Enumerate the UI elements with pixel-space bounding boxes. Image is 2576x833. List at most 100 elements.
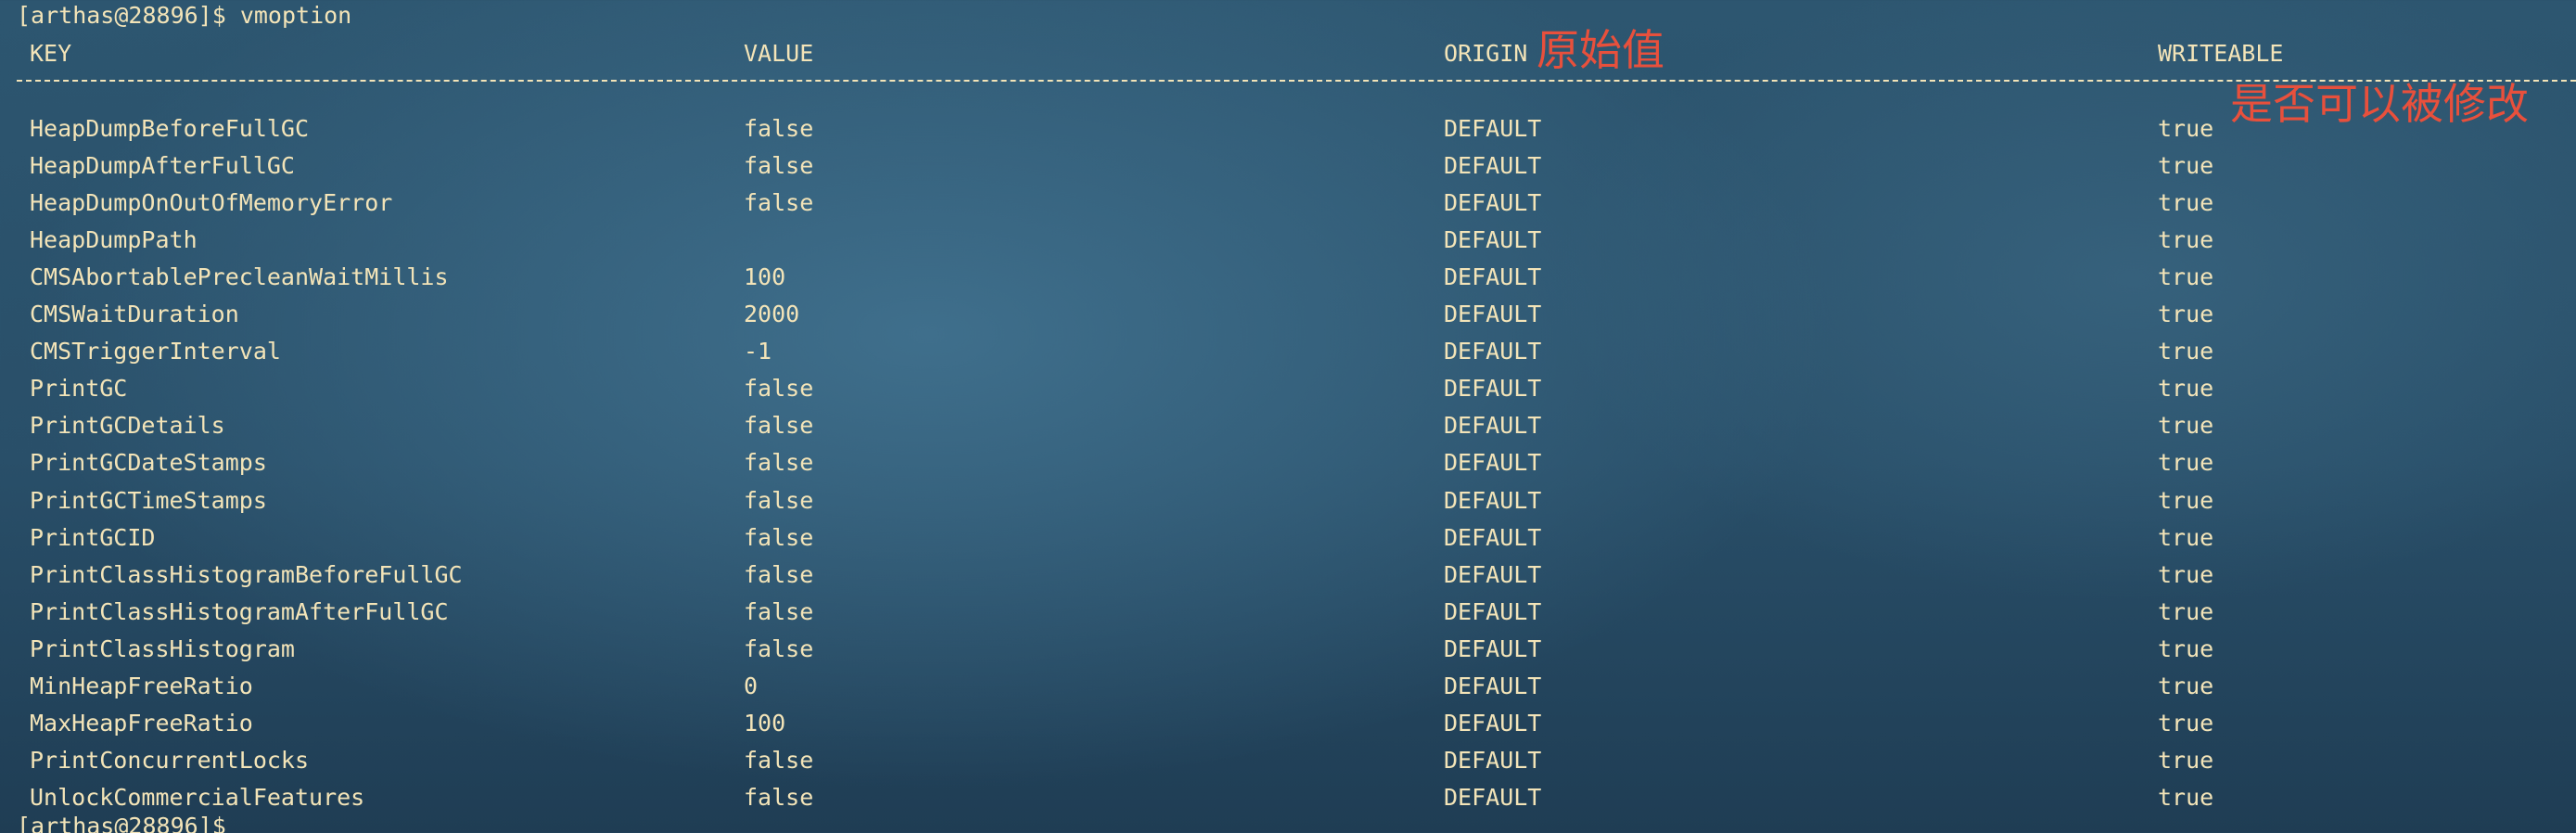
table-row: HeapDumpAfterFullGC false DEFAULT true: [0, 152, 2576, 180]
option-origin: DEFAULT: [1444, 783, 1542, 811]
option-value: false: [744, 560, 814, 588]
option-key: PrintClassHistogram: [30, 634, 295, 662]
option-value: false: [744, 634, 814, 662]
table-row: CMSAbortablePrecleanWaitMillis 100 DEFAULT…: [0, 263, 2576, 291]
option-value: false: [744, 783, 814, 811]
table-row: MinHeapFreeRatio 0 DEFAULT true: [0, 673, 2576, 700]
option-value: false: [744, 375, 814, 403]
option-origin: DEFAULT: [1444, 263, 1542, 291]
command-prompt: [arthas@28896]$ vmoption: [17, 2, 352, 29]
option-value: 2000: [744, 301, 800, 328]
option-writeable: true: [2158, 672, 2214, 699]
option-key: PrintClassHistogramAfterFullGC: [30, 597, 449, 625]
option-writeable: true: [2158, 338, 2214, 365]
option-writeable: true: [2158, 523, 2214, 551]
option-writeable: true: [2158, 152, 2214, 180]
option-writeable: true: [2158, 375, 2214, 403]
table-row: HeapDumpPath DEFAULT true: [0, 226, 2576, 254]
option-key: PrintGC: [30, 375, 128, 403]
table-row: PrintGC false DEFAULT true: [0, 375, 2576, 403]
option-key: UnlockCommercialFeatures: [30, 783, 365, 811]
option-key: PrintGCDetails: [30, 412, 225, 440]
option-origin: DEFAULT: [1444, 189, 1542, 217]
option-key: PrintGCDateStamps: [30, 449, 267, 477]
option-origin: DEFAULT: [1444, 301, 1542, 328]
option-value: false: [744, 449, 814, 477]
table-row: PrintClassHistogram false DEFAULT true: [0, 635, 2576, 663]
option-origin: DEFAULT: [1444, 709, 1542, 737]
option-key: MaxHeapFreeRatio: [30, 709, 253, 737]
option-origin: DEFAULT: [1444, 523, 1542, 551]
option-writeable: true: [2158, 226, 2214, 254]
option-value: 100: [744, 263, 786, 291]
option-key: PrintClassHistogramBeforeFullGC: [30, 560, 463, 588]
option-key: HeapDumpPath: [30, 226, 198, 254]
writeable-annotation: 是否可以被修改: [2230, 79, 2529, 129]
option-key: HeapDumpAfterFullGC: [30, 152, 295, 180]
table-row: HeapDumpOnOutOfMemoryError false DEFAULT tr…: [0, 189, 2576, 217]
table-row: PrintClassHistogramBeforeFullGC false DEFA…: [0, 561, 2576, 589]
option-key: CMSTriggerInterval: [30, 338, 281, 365]
option-value: 0: [744, 672, 759, 699]
table-row: PrintGCDateStamps false DEFAULT true: [0, 449, 2576, 477]
option-value: false: [744, 523, 814, 551]
option-key: HeapDumpBeforeFullGC: [30, 115, 310, 142]
option-origin: DEFAULT: [1444, 152, 1542, 180]
table-row: MaxHeapFreeRatio 100 DEFAULT true: [0, 710, 2576, 737]
option-origin: DEFAULT: [1444, 375, 1542, 403]
table-row: PrintGCTimeStamps false DEFAULT true: [0, 487, 2576, 515]
option-value: false: [744, 152, 814, 180]
column-header-writeable: WRITEABLE: [2158, 40, 2284, 67]
option-writeable: true: [2158, 783, 2214, 811]
option-value: false: [744, 412, 814, 440]
option-writeable: true: [2158, 115, 2214, 142]
option-value: false: [744, 115, 814, 142]
column-header-key: KEY: [30, 40, 72, 67]
option-value: false: [744, 746, 814, 774]
table-header: KEY VALUE ORIGIN WRITEABLE: [0, 40, 2576, 68]
option-origin: DEFAULT: [1444, 486, 1542, 514]
origin-annotation: 原始值: [1537, 25, 1664, 75]
table-row: UnlockCommercialFeatures false DEFAULT true: [0, 784, 2576, 812]
option-writeable: true: [2158, 560, 2214, 588]
option-writeable: true: [2158, 263, 2214, 291]
table-row: PrintGCDetails false DEFAULT true: [0, 412, 2576, 440]
table-row: HeapDumpBeforeFullGC false DEFAULT true: [0, 115, 2576, 143]
option-value: 100: [744, 709, 786, 737]
option-writeable: true: [2158, 634, 2214, 662]
table-row: PrintClassHistogramAfterFullGC false DEFAU…: [0, 598, 2576, 626]
option-key: CMSAbortablePrecleanWaitMillis: [30, 263, 449, 291]
option-value: false: [744, 486, 814, 514]
option-origin: DEFAULT: [1444, 746, 1542, 774]
option-writeable: true: [2158, 597, 2214, 625]
option-writeable: true: [2158, 746, 2214, 774]
option-origin: DEFAULT: [1444, 449, 1542, 477]
table-row: CMSTriggerInterval -1 DEFAULT true: [0, 338, 2576, 365]
option-origin: DEFAULT: [1444, 338, 1542, 365]
option-key: PrintConcurrentLocks: [30, 746, 310, 774]
option-origin: DEFAULT: [1444, 672, 1542, 699]
table-row: PrintConcurrentLocks false DEFAULT true: [0, 747, 2576, 775]
option-origin: DEFAULT: [1444, 226, 1542, 254]
column-header-origin: ORIGIN: [1444, 40, 1528, 67]
option-key: MinHeapFreeRatio: [30, 672, 253, 699]
option-value: false: [744, 189, 814, 217]
option-writeable: true: [2158, 449, 2214, 477]
option-value: false: [744, 597, 814, 625]
table-row: PrintGCID false DEFAULT true: [0, 524, 2576, 552]
option-value: -1: [744, 338, 772, 365]
option-origin: DEFAULT: [1444, 412, 1542, 440]
header-separator: [17, 80, 2576, 82]
option-writeable: true: [2158, 301, 2214, 328]
option-origin: DEFAULT: [1444, 115, 1542, 142]
option-key: PrintGCID: [30, 523, 156, 551]
option-origin: DEFAULT: [1444, 560, 1542, 588]
option-writeable: true: [2158, 709, 2214, 737]
option-origin: DEFAULT: [1444, 634, 1542, 662]
option-writeable: true: [2158, 189, 2214, 217]
column-header-value: VALUE: [744, 40, 814, 67]
terminal-window: [arthas@28896]$ vmoption KEY VALUE ORIGI…: [0, 0, 2576, 833]
option-key: PrintGCTimeStamps: [30, 486, 267, 514]
next-command-prompt[interactable]: [arthas@28896]$: [17, 813, 226, 833]
option-writeable: true: [2158, 486, 2214, 514]
